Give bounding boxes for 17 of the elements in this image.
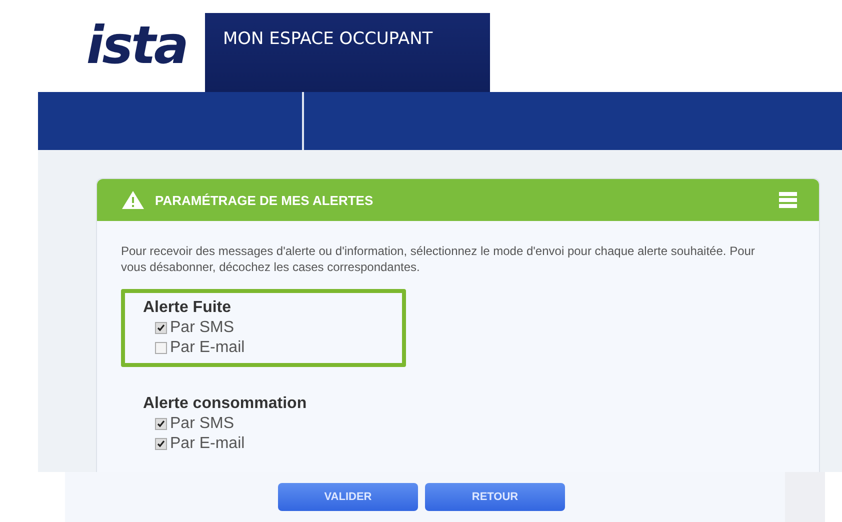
panel-title: PARAMÉTRAGE DE MES ALERTES: [155, 192, 374, 208]
checkbox[interactable]: [155, 342, 167, 354]
checkbox[interactable]: [155, 418, 167, 430]
checkbox[interactable]: [155, 438, 167, 450]
alert-title: Alerte Fuite: [143, 299, 232, 317]
checkbox-label: Par SMS: [170, 319, 234, 337]
checkbox[interactable]: [155, 322, 167, 334]
checkbox-label: Par E-mail: [170, 435, 245, 453]
checkbox-label: Par E-mail: [170, 339, 245, 357]
ista-logo: ista: [86, 20, 187, 72]
warning-icon: [121, 190, 145, 210]
alert-title: Alerte consommation: [143, 395, 308, 413]
back-button[interactable]: RETOUR: [425, 483, 565, 511]
checkbox-label: Par SMS: [170, 415, 234, 433]
site-title: MON ESPACE OCCUPANT: [223, 29, 433, 49]
validate-button[interactable]: VALIDER: [278, 483, 418, 511]
instructions-text: Pour recevoir des messages d'alerte ou d'information, sélectionnez le mode d'envoi pour chaque alerte souhaitée. Pour vous désabonner, décochez les cases correspondantes.: [121, 243, 756, 275]
